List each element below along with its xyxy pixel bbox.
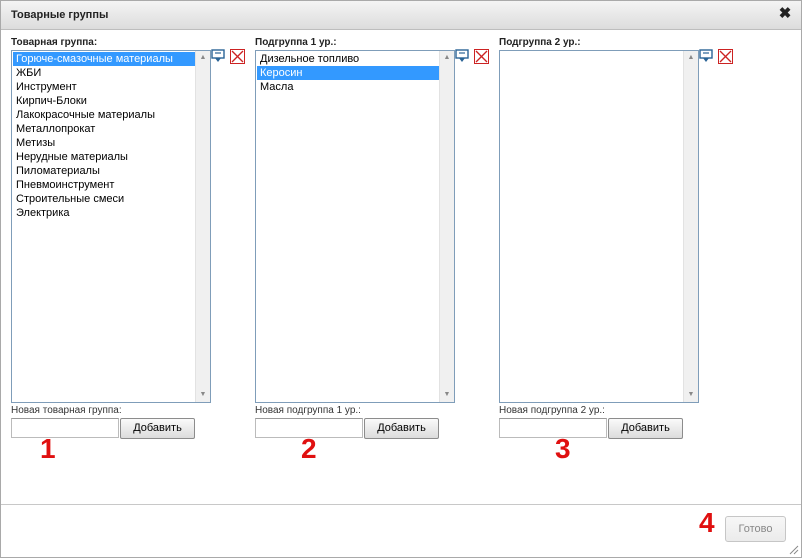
- edit-icon[interactable]: [211, 49, 225, 63]
- delete-icon[interactable]: [718, 49, 733, 64]
- sub1-list: Дизельное топливо Керосин Масла: [257, 52, 440, 401]
- new-sub2-input[interactable]: [499, 418, 607, 438]
- new-sub1-label: Новая подгруппа 1 ур.:: [255, 405, 361, 416]
- list-item[interactable]: Нерудные материалы: [13, 150, 196, 164]
- scroll-up-icon[interactable]: ▲: [440, 52, 454, 64]
- resize-grip-icon[interactable]: [789, 545, 799, 555]
- new-sub2-label: Новая подгруппа 2 ур.:: [499, 405, 605, 416]
- sub2-listbox[interactable]: ▲ ▼: [499, 50, 699, 403]
- add-sub1-button[interactable]: Добавить: [364, 418, 439, 439]
- scroll-down-icon[interactable]: ▼: [684, 389, 698, 401]
- dialog-title: Товарные группы: [11, 9, 109, 21]
- sub1-label: Подгруппа 1 ур.:: [255, 37, 337, 48]
- group-column: Товарная группа: Горюче-смазочные матери…: [11, 37, 245, 463]
- sub2-label: Подгруппа 2 ур.:: [499, 37, 581, 48]
- list-item[interactable]: Строительные смеси: [13, 192, 196, 206]
- marker-4: 4: [699, 507, 715, 538]
- scroll-down-icon[interactable]: ▼: [196, 389, 210, 401]
- delete-icon[interactable]: [474, 49, 489, 64]
- sub1-column: Подгруппа 1 ур.: Дизельное топливо Кероси…: [255, 37, 489, 463]
- list-item[interactable]: Электрика: [13, 206, 196, 220]
- group-list: Горюче-смазочные материалы ЖБИ Инструмент К…: [13, 52, 196, 401]
- list-item[interactable]: Кирпич-Блоки: [13, 94, 196, 108]
- marker-2: 2: [301, 433, 317, 464]
- sub2-list: [501, 52, 684, 401]
- list-item[interactable]: Керосин: [257, 66, 440, 80]
- list-item[interactable]: Дизельное топливо: [257, 52, 440, 66]
- new-group-label: Новая товарная группа:: [11, 405, 122, 416]
- footer-divider: [1, 504, 801, 505]
- dialog-window: Товарные группы ✖ Товарная группа: Горюч…: [0, 0, 802, 558]
- add-group-button[interactable]: Добавить: [120, 418, 195, 439]
- sub2-column: Подгруппа 2 ур.: ▲ ▼ Новая подгруппа 2 у…: [499, 37, 733, 463]
- group-label: Товарная группа:: [11, 37, 98, 48]
- group-listbox[interactable]: Горюче-смазочные материалы ЖБИ Инструмент К…: [11, 50, 211, 403]
- list-item[interactable]: Инструмент: [13, 80, 196, 94]
- delete-icon[interactable]: [230, 49, 245, 64]
- list-item[interactable]: Лакокрасочные материалы: [13, 108, 196, 122]
- sub1-scrollbar[interactable]: ▲ ▼: [439, 51, 454, 402]
- dialog-titlebar[interactable]: Товарные группы ✖: [1, 1, 801, 30]
- group-scrollbar[interactable]: ▲ ▼: [195, 51, 210, 402]
- list-item[interactable]: Пневмоинструмент: [13, 178, 196, 192]
- edit-icon[interactable]: [699, 49, 713, 63]
- list-item[interactable]: Горюче-смазочные материалы: [13, 52, 196, 66]
- marker-3: 3: [555, 433, 571, 464]
- edit-icon[interactable]: [455, 49, 469, 63]
- done-button[interactable]: Готово: [725, 516, 786, 542]
- add-sub2-button[interactable]: Добавить: [608, 418, 683, 439]
- scroll-up-icon[interactable]: ▲: [684, 52, 698, 64]
- sub1-listbox[interactable]: Дизельное топливо Керосин Масла ▲ ▼: [255, 50, 455, 403]
- list-item[interactable]: Масла: [257, 80, 440, 94]
- list-item[interactable]: ЖБИ: [13, 66, 196, 80]
- scroll-down-icon[interactable]: ▼: [440, 389, 454, 401]
- list-item[interactable]: Пиломатериалы: [13, 164, 196, 178]
- sub2-scrollbar[interactable]: ▲ ▼: [683, 51, 698, 402]
- new-group-input[interactable]: [11, 418, 119, 438]
- list-item[interactable]: Металлопрокат: [13, 122, 196, 136]
- scroll-up-icon[interactable]: ▲: [196, 52, 210, 64]
- list-item[interactable]: Метизы: [13, 136, 196, 150]
- marker-1: 1: [40, 433, 56, 464]
- close-icon[interactable]: ✖: [777, 6, 793, 22]
